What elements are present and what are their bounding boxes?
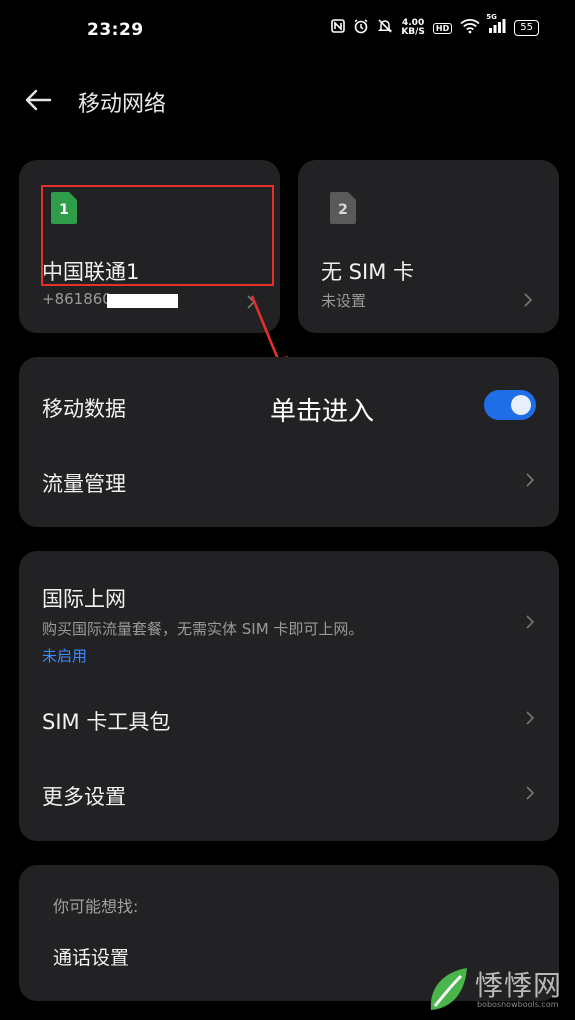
intl-roaming-desc: 购买国际流量套餐，无需实体 SIM 卡即可上网。: [42, 620, 364, 638]
annotation-text: 单击进入: [270, 397, 375, 427]
sim1-number: +861860: [42, 290, 112, 308]
status-time: 23:29: [87, 20, 144, 40]
highlight-box: [41, 185, 274, 286]
intl-roaming-status: 未启用: [42, 647, 88, 665]
suggestions-heading: 你可能想找:: [53, 897, 139, 916]
data-settings-group: 移动数据 流量管理: [19, 357, 559, 527]
number-redaction: [107, 294, 178, 308]
traffic-management-label: 流量管理: [42, 472, 126, 496]
sim2-status: 未设置: [321, 292, 367, 310]
page-title: 移动网络: [78, 92, 167, 117]
watermark-url: bobosnowbools.com: [477, 1000, 559, 1009]
sim2-card[interactable]: 2 无 SIM 卡 未设置: [298, 160, 559, 333]
alarm-icon: [353, 18, 369, 38]
status-icons: 4.00 KB/S HD 5G 55: [331, 13, 539, 38]
more-settings-label: 更多设置: [42, 785, 126, 809]
back-button[interactable]: [24, 84, 60, 120]
chevron-right-icon: [526, 615, 535, 629]
mobile-data-toggle[interactable]: [484, 390, 536, 420]
intl-roaming-label: 国际上网: [42, 587, 126, 611]
watermark: 悸悸网 bobosnowbools.com: [425, 958, 575, 1016]
nfc-icon: [331, 19, 346, 37]
status-bar: 23:29 4.00 KB/S HD 5G 55: [0, 0, 575, 62]
chevron-right-icon: [526, 711, 535, 725]
sim2-chevron-icon: [524, 293, 533, 307]
watermark-text: 悸悸网: [475, 969, 563, 1002]
advanced-settings-group: 国际上网 购买国际流量套餐，无需实体 SIM 卡即可上网。 未启用 SIM 卡工…: [19, 551, 559, 841]
page-header: 移动网络: [24, 80, 575, 124]
mobile-data-label: 移动数据: [42, 397, 126, 421]
mute-icon: [377, 18, 393, 38]
net-speed: 4.00 KB/S: [401, 18, 425, 37]
hd-icon: HD: [432, 22, 453, 34]
chevron-right-icon: [526, 473, 535, 487]
leaf-logo-icon: [430, 968, 467, 1010]
battery-icon: 55: [514, 20, 539, 36]
sim2-slot: 2: [338, 202, 348, 218]
call-settings-link[interactable]: 通话设置: [53, 943, 129, 970]
signal-icon: 5G: [486, 13, 506, 38]
sim2-icon: 2: [330, 192, 356, 224]
chevron-right-icon: [526, 786, 535, 800]
sim-toolkit-label: SIM 卡工具包: [42, 710, 171, 734]
back-arrow-icon: [24, 89, 52, 115]
sim2-name: 无 SIM 卡: [321, 260, 414, 284]
wifi-icon: [460, 18, 480, 38]
